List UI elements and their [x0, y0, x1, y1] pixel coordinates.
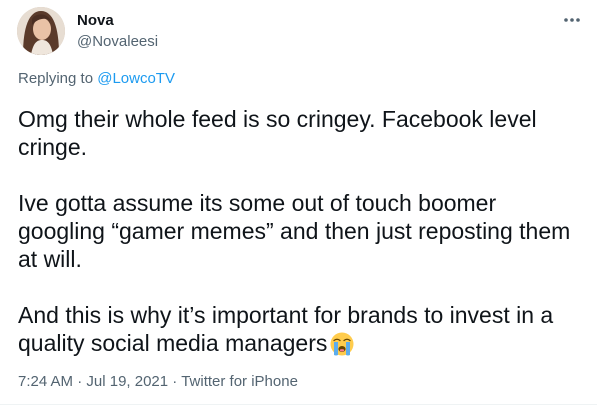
- tweet-paragraph-3-text: And this is why it’s important for brand…: [18, 302, 554, 356]
- tweet-source[interactable]: Twitter for iPhone: [181, 373, 298, 390]
- tweet: Nova @Novaleesi Replying to @LowcoTV Omg…: [0, 0, 597, 405]
- tweet-paragraph-2: Ive gotta assume its some out of touch b…: [18, 190, 571, 272]
- tweet-date[interactable]: Jul 19, 2021: [86, 373, 168, 390]
- tweet-text: Omg their whole feed is so cringey. Face…: [18, 105, 588, 363]
- meta-separator: ·: [168, 373, 182, 390]
- meta-separator: ·: [73, 373, 87, 390]
- replying-to: Replying to @LowcoTV: [18, 70, 175, 88]
- display-name[interactable]: Nova: [77, 12, 114, 30]
- tweet-paragraph-1: Omg their whole feed is so cringey. Face…: [18, 106, 537, 160]
- loudly-crying-face-icon: [329, 331, 355, 363]
- replying-to-label: Replying to: [18, 70, 94, 87]
- mention-link[interactable]: @LowcoTV: [97, 70, 175, 87]
- avatar[interactable]: [17, 7, 65, 55]
- tweet-paragraph-3: And this is why it’s important for brand…: [18, 301, 588, 363]
- more-icon: [564, 18, 580, 22]
- more-options-button[interactable]: [560, 10, 584, 30]
- handle[interactable]: @Novaleesi: [77, 33, 158, 51]
- tweet-metadata: 7:24 AM · Jul 19, 2021 · Twitter for iPh…: [18, 373, 298, 391]
- tweet-time[interactable]: 7:24 AM: [18, 373, 73, 390]
